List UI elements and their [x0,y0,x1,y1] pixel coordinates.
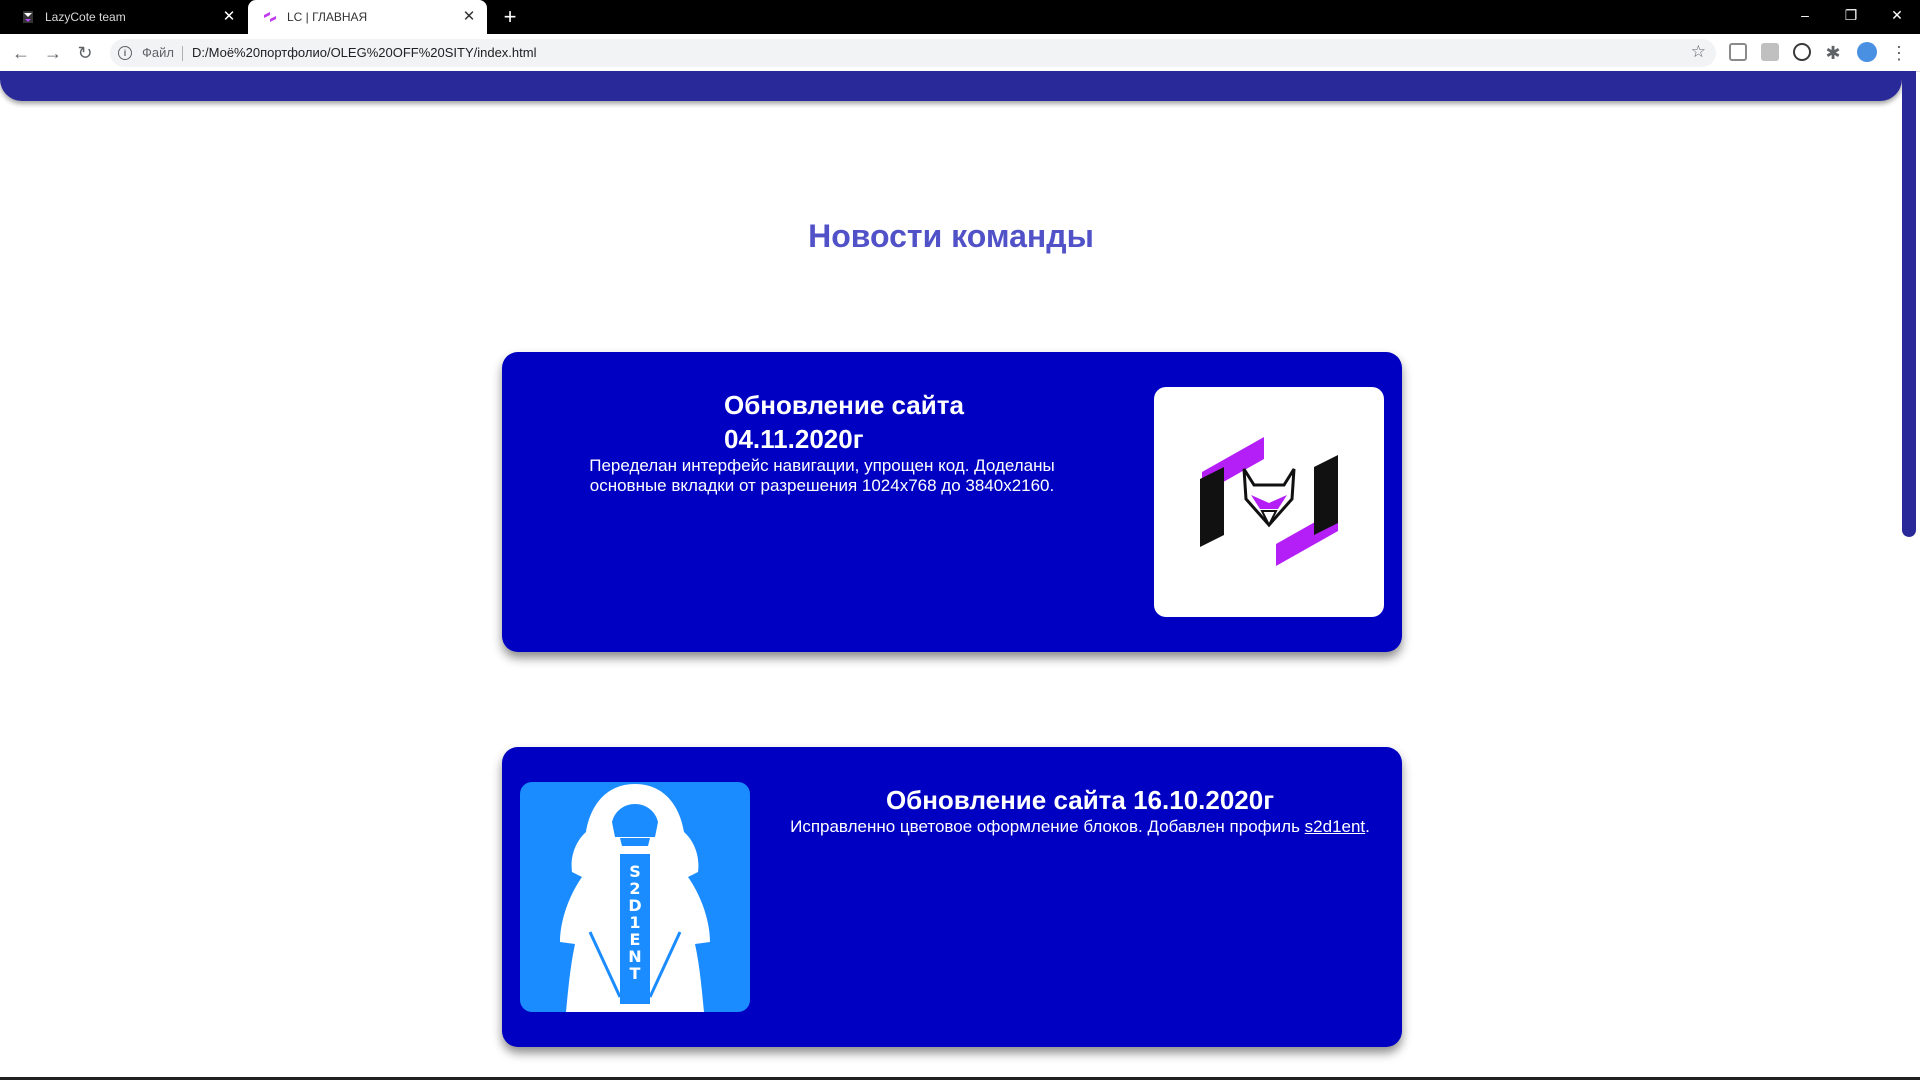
extension-icon-1[interactable] [1729,43,1747,61]
page-title: Новости команды [808,218,1094,254]
extension-icon-2[interactable] [1761,43,1779,61]
lazycote-logo-image [1154,387,1384,617]
news-body: Переделан интерфейс навигации, упрощен к… [589,456,1055,495]
back-arrow-icon[interactable]: ← [8,40,34,66]
reload-icon[interactable]: ↻ [72,40,98,66]
puzzle-icon[interactable]: ✱ [1820,40,1846,66]
lc-favicon-icon [264,12,276,22]
tab-title: LazyCote team [45,10,126,24]
profile-avatar[interactable] [1857,42,1877,62]
s2d1ent-avatar-icon: S 2 D 1 E N T [560,784,710,1012]
address-bar[interactable]: i Файл D:/Моё%20портфолио/OLEG%20OFF%20S… [110,39,1716,67]
lazycote-favicon-icon [23,11,33,23]
svg-text:T: T [630,964,641,983]
new-tab-icon[interactable]: + [499,5,521,29]
news-text: Обновление сайта 04.11.2020г Переделан и… [572,388,1072,496]
address-url[interactable]: D:/Моё%20портфолио/OLEG%20OFF%20SITY/ind… [192,45,536,60]
star-icon[interactable]: ☆ [1691,42,1706,62]
forward-arrow-icon[interactable]: → [40,40,66,66]
tab-strip: LazyCote team ✕ LC | ГЛАВНАЯ ✕ + – ❐ ✕ [0,0,1920,34]
close-tab-icon[interactable]: ✕ [221,9,237,25]
news-title: Обновление сайта 16.10.2020г [885,785,1275,815]
news-title: Обновление сайта 04.11.2020г [724,390,964,454]
news-body-text: Исправленно цветовое оформление блоков. … [790,817,1305,836]
news-body: Исправленно цветовое оформление блоков. … [770,817,1390,837]
news-card: Обновление сайта 04.11.2020г Переделан и… [502,352,1402,652]
news-card: S 2 D 1 E N T Обновление сайта 16.10.202… [502,747,1402,1047]
restore-icon[interactable]: ❐ [1828,0,1874,30]
address-divider [182,46,183,61]
profile-link-s2d1ent[interactable]: s2d1ent [1305,817,1366,836]
scrollbar-thumb[interactable] [1902,71,1916,537]
lazycote-logo-icon [1200,437,1338,566]
info-icon[interactable]: i [118,46,132,60]
site-navigation-bar [0,71,1902,101]
minimize-icon[interactable]: – [1782,0,1828,30]
browser-toolbar: ← → ↻ i Файл D:/Моё%20портфолио/OLEG%20O… [0,34,1920,72]
close-tab-icon[interactable]: ✕ [461,9,477,25]
news-body-end: . [1365,817,1370,836]
tab-lc-glavnaya[interactable]: LC | ГЛАВНАЯ ✕ [248,0,487,34]
kebab-menu-icon[interactable]: ⋮ [1886,40,1912,66]
address-scheme-label: Файл [142,45,174,60]
s2d1ent-avatar-image: S 2 D 1 E N T [520,782,750,1012]
window-close-icon[interactable]: ✕ [1874,0,1920,30]
news-text: Обновление сайта 16.10.2020г Исправленно… [770,783,1390,837]
extension-icon-3[interactable] [1793,43,1811,61]
tab-title: LC | ГЛАВНАЯ [287,10,368,24]
tab-lazycote-team[interactable]: LazyCote team ✕ [0,0,247,34]
